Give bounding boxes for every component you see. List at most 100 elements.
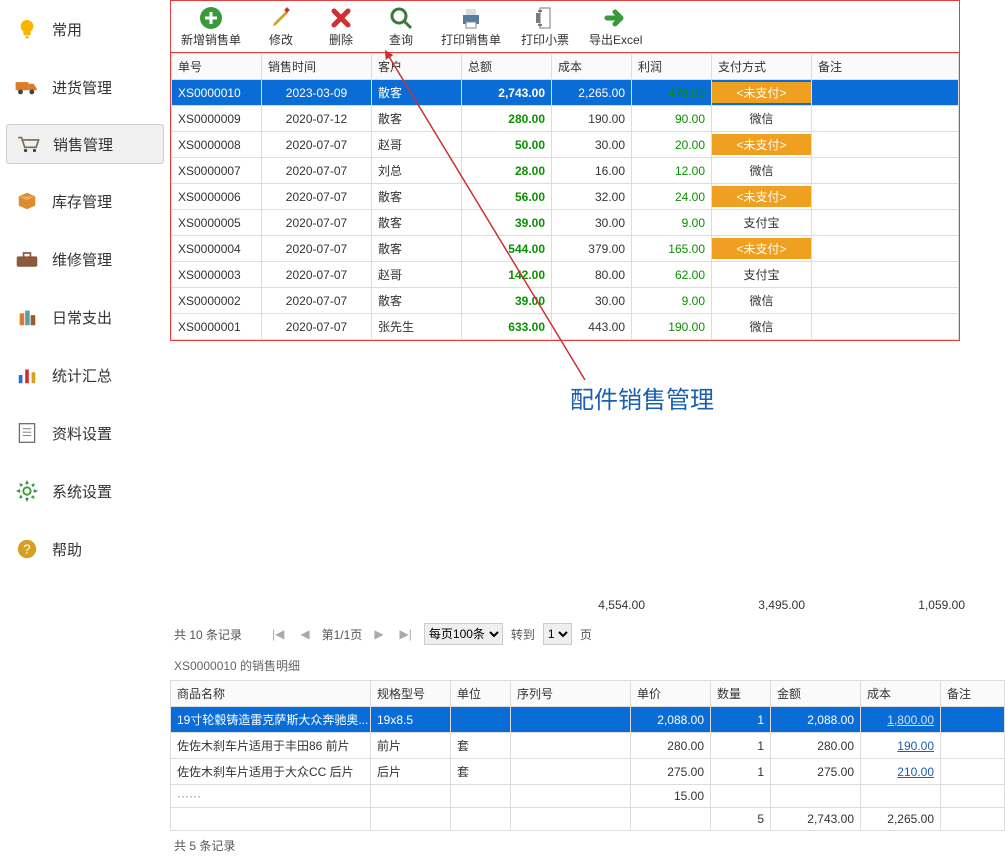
toolbox-icon [14,248,40,270]
unpaid-badge: <未支付> [712,238,811,259]
detail-col-header[interactable]: 备注 [941,681,1005,707]
doc-icon [14,422,40,444]
toolbar-search-button[interactable]: 查询 [371,3,431,50]
table-row[interactable]: XS00000052020-07-07散客39.0030.009.00支付宝 [172,210,959,236]
sidebar-label: 常用 [52,19,82,40]
gear-icon [14,480,40,502]
totals-profit: 1,059.00 [885,598,965,612]
sales-col-header[interactable]: 支付方式 [712,54,812,80]
cart-icon [15,133,41,155]
table-row[interactable]: XS00000082020-07-07赵哥50.0030.0020.00<未支付… [172,132,959,158]
toolbar-export-button[interactable]: 导出Excel [579,3,652,50]
table-row[interactable]: XS00000032020-07-07赵哥142.0080.0062.00支付宝 [172,262,959,288]
detail-row[interactable]: 19寸轮毂铸造雷克萨斯大众奔驰奥...19x8.52,088.0012,088.… [171,707,1005,733]
sidebar-label: 系统设置 [52,481,112,502]
toolbar-label: 新增销售单 [181,31,241,48]
totals-total: 4,554.00 [565,598,645,612]
toolbar-delete-button[interactable]: 删除 [311,3,371,50]
sales-col-header[interactable]: 利润 [632,54,712,80]
toolbar-receipt-button[interactable]: 打印小票 [511,3,579,50]
bulb-icon [14,18,40,40]
detail-row[interactable]: 佐佐木刹车片适用于大众CC 后片后片套275.001275.00210.00 [171,759,1005,785]
totals-cost: 3,495.00 [725,598,805,612]
toolbar: 新增销售单修改删除 查询 打印销售单打印小票导出Excel [170,0,960,52]
sidebar-item-9[interactable]: ?帮助 [0,528,170,570]
main-area: 新增销售单修改删除查询打印销售单打印小票导出Excel 单号销售时间客户总额成本… [170,0,1005,860]
sidebar-item-5[interactable]: 日常支出 [0,296,170,338]
sales-col-header[interactable]: 客户 [372,54,462,80]
table-row[interactable]: XS00000042020-07-07散客544.00379.00165.00<… [172,236,959,262]
detail-col-header[interactable]: 序列号 [511,681,631,707]
page-next-icon[interactable]: ▶ [370,627,387,641]
add-icon [198,5,224,31]
export-icon [603,5,629,31]
detail-col-header[interactable]: 单价 [631,681,711,707]
cost-link[interactable]: 210.00 [897,765,934,779]
unpaid-badge: <未支付> [712,186,811,207]
table-row[interactable]: XS00000072020-07-07刘总28.0016.0012.00微信 [172,158,959,184]
receipt-icon [532,5,558,31]
sales-col-header[interactable]: 销售时间 [262,54,372,80]
table-row[interactable]: XS00000102023-03-09散客2,743.002,265.00478… [172,80,959,106]
box-icon [14,190,40,212]
sidebar-label: 统计汇总 [52,365,112,386]
toolbar-label: 查询 [389,31,413,48]
table-row[interactable]: XS00000092020-07-12散客280.00190.0090.00微信 [172,106,959,132]
jump-label: 转到 [511,626,535,643]
sales-col-header[interactable]: 单号 [172,54,262,80]
sales-totals: 4,554.00 3,495.00 1,059.00 [170,594,1005,616]
sales-col-header[interactable]: 备注 [812,54,959,80]
detail-row[interactable]: 佐佐木刹车片适用于丰田86 前片前片套280.001280.00190.00 [171,733,1005,759]
sales-col-header[interactable]: 总额 [462,54,552,80]
table-row[interactable]: XS00000062020-07-07散客56.0032.0024.00<未支付… [172,184,959,210]
truck-icon [14,76,40,98]
detail-col-header[interactable]: 金额 [771,681,861,707]
page-prev-icon[interactable]: ◀ [296,627,313,641]
sidebar-item-0[interactable]: 常用 [0,8,170,50]
unpaid-badge: <未支付> [712,134,811,155]
detail-col-header[interactable]: 单位 [451,681,511,707]
table-row[interactable]: XS00000022020-07-07散客39.0030.009.00微信 [172,288,959,314]
detail-title: XS0000010 的销售明细 [170,651,1005,680]
toolbar-printer-button[interactable]: 打印销售单 [431,3,511,50]
sidebar-label: 日常支出 [52,307,112,328]
sidebar: 常用进货管理销售管理库存管理维修管理日常支出统计汇总资料设置系统设置 ?帮助 [0,0,170,860]
toolbar-add-button[interactable]: 新增销售单 [171,3,251,50]
sidebar-label: 库存管理 [52,191,112,212]
detail-col-header[interactable]: 成本 [861,681,941,707]
coin-icon: ? [14,538,40,560]
annotation-text: 配件销售管理 [570,380,714,415]
detail-row[interactable]: ······15.00 [171,785,1005,808]
pager: 共 10 条记录 |◀ ◀ 第1/1页 ▶ ▶| 每页100条 转到 1 页 [170,616,1005,651]
per-page-select[interactable]: 每页100条 [424,623,503,645]
sidebar-item-4[interactable]: 维修管理 [0,238,170,280]
table-row[interactable]: XS00000012020-07-07张先生633.00443.00190.00… [172,314,959,340]
sidebar-item-2[interactable]: 销售管理 [6,124,164,164]
cost-link[interactable]: 190.00 [897,739,934,753]
sidebar-label: 销售管理 [53,134,113,155]
detail-col-header[interactable]: 商品名称 [171,681,371,707]
detail-col-header[interactable]: 规格型号 [371,681,451,707]
page-indicator: 第1/1页 [322,626,363,643]
sidebar-item-1[interactable]: 进货管理 [0,66,170,108]
sidebar-item-8[interactable]: 系统设置 [0,470,170,512]
toolbar-label: 删除 [329,31,353,48]
page-last-icon[interactable]: ▶| [396,627,416,641]
unpaid-badge: <未支付> [712,82,811,103]
cost-link[interactable]: 1,800.00 [887,713,934,727]
sidebar-item-7[interactable]: 资料设置 [0,412,170,454]
sales-col-header[interactable]: 成本 [552,54,632,80]
delete-icon [328,5,354,31]
jump-select[interactable]: 1 [543,623,572,645]
page-first-icon[interactable]: |◀ [268,627,288,641]
sales-table-wrap: 单号销售时间客户总额成本利润支付方式备注 XS00000102023-03-09… [170,52,960,341]
search-icon [388,5,414,31]
detail-col-header[interactable]: 数量 [711,681,771,707]
detail-table: 商品名称规格型号单位序列号单价数量金额成本备注 19寸轮毂铸造雷克萨斯大众奔驰奥… [170,680,1005,831]
record-count: 共 10 条记录 [174,626,242,643]
sidebar-item-6[interactable]: 统计汇总 [0,354,170,396]
toolbar-edit-button[interactable]: 修改 [251,3,311,50]
sidebar-item-3[interactable]: 库存管理 [0,180,170,222]
chart-icon [14,364,40,386]
toolbar-label: 打印小票 [521,31,569,48]
